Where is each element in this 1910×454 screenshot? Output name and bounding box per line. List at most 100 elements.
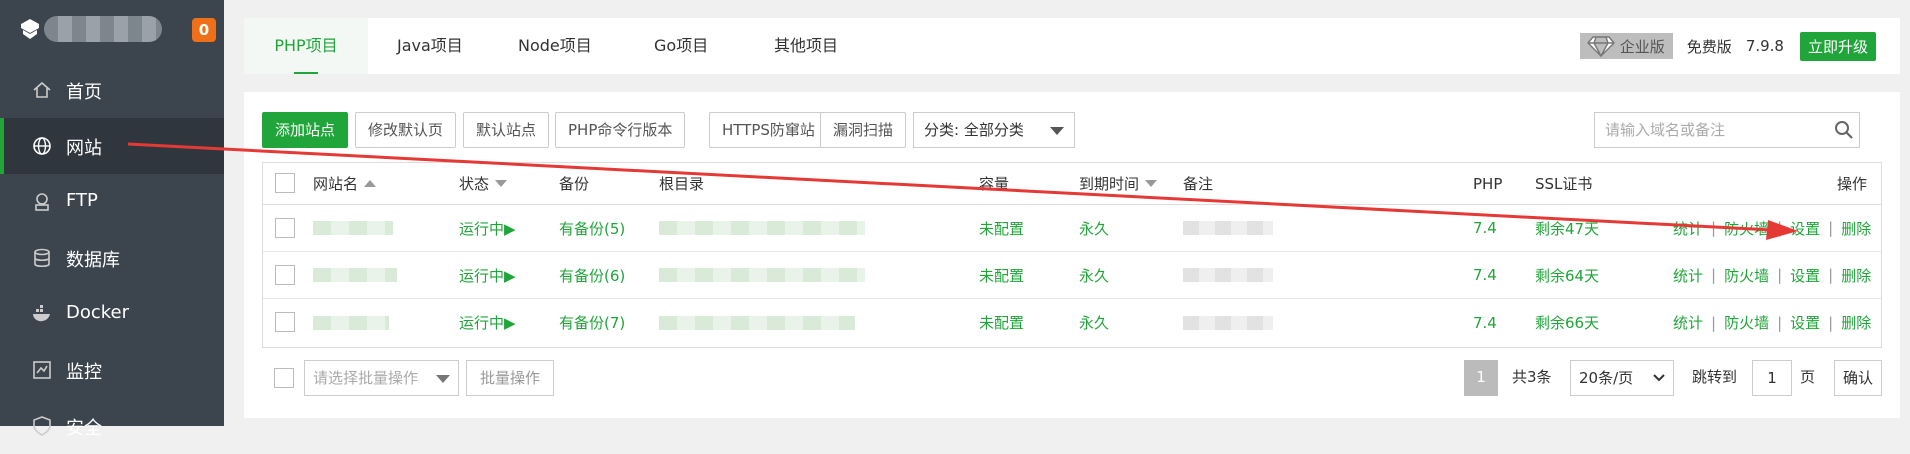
select-all-checkbox[interactable]: [275, 173, 295, 193]
ssl-remaining[interactable]: 剩余66天: [1535, 299, 1599, 346]
firewall-link[interactable]: 防火墙: [1724, 312, 1769, 333]
upgrade-button[interactable]: 立即升级: [1799, 31, 1876, 61]
settings-link[interactable]: 设置: [1790, 312, 1820, 333]
php-version[interactable]: 7.4: [1473, 252, 1497, 298]
row-checkbox[interactable]: [275, 312, 295, 332]
firewall-link[interactable]: 防火墙: [1724, 265, 1769, 286]
php-cli-version-button[interactable]: PHP命令行版本: [555, 112, 686, 148]
sort-desc-icon: [1145, 180, 1158, 187]
root-dir-blurred[interactable]: [659, 221, 865, 235]
sidebar-item-docker[interactable]: Docker: [0, 286, 224, 342]
https-anti-hijack-button[interactable]: HTTPS防窜站: [709, 112, 828, 148]
chevron-down-icon: [1653, 374, 1665, 382]
jump-label: 跳转到: [1692, 368, 1738, 386]
vulnerability-scan-button[interactable]: 漏洞扫描: [820, 112, 907, 148]
sidebar-item-security[interactable]: 安全: [0, 398, 224, 454]
status-running[interactable]: 运行中▶: [459, 299, 516, 346]
search-input[interactable]: [1594, 112, 1860, 148]
header-status[interactable]: 状态: [459, 163, 508, 204]
header-expiry[interactable]: 到期时间: [1079, 163, 1158, 204]
current-page[interactable]: 1: [1464, 360, 1498, 396]
root-dir-blurred[interactable]: [659, 315, 855, 330]
site-table: 网站名 状态 备份 根目录 容量 到期时间 备注 PHP SSL证书 操作 运行…: [262, 162, 1882, 348]
version-number: 7.9.8: [1745, 37, 1784, 55]
tab-go[interactable]: Go项目: [654, 18, 708, 74]
search-icon[interactable]: [1834, 120, 1854, 140]
batch-operation-select[interactable]: 请选择批量操作: [304, 360, 459, 396]
ssl-remaining[interactable]: 剩余64天: [1535, 252, 1599, 298]
sidebar: 0 首页 网站 FTP 数据库 Docker 监控 安全: [0, 0, 224, 439]
status-running[interactable]: 运行中▶: [459, 205, 516, 251]
stats-link[interactable]: 统计: [1673, 312, 1703, 333]
sidebar-item-ftp[interactable]: FTP: [0, 174, 224, 230]
expiry-value[interactable]: 永久: [1079, 205, 1109, 251]
enterprise-label: 企业版: [1619, 37, 1665, 56]
sort-desc-icon: [495, 180, 508, 187]
root-dir-blurred[interactable]: [659, 268, 865, 282]
sidebar-item-monitor[interactable]: 监控: [0, 342, 224, 398]
firewall-link[interactable]: 防火墙: [1724, 218, 1769, 239]
stats-link[interactable]: 统计: [1673, 265, 1703, 286]
delete-link[interactable]: 删除: [1841, 312, 1871, 333]
version-info: 企业版 免费版 7.9.8 立即升级: [1579, 30, 1876, 62]
globe-icon: [33, 137, 51, 155]
capacity-value[interactable]: 未配置: [979, 205, 1024, 251]
chevron-down-icon: [1050, 127, 1064, 135]
ssl-remaining[interactable]: 剩余47天: [1535, 205, 1599, 251]
php-version[interactable]: 7.4: [1473, 299, 1497, 346]
table-row: 运行中▶ 有备份(6) 未配置 永久 7.4 剩余64天 统计 | 防火墙 | 设置…: [263, 252, 1881, 299]
total-count: 共3条: [1512, 368, 1552, 386]
ftp-icon: [35, 193, 49, 211]
php-version[interactable]: 7.4: [1473, 205, 1497, 251]
expiry-value[interactable]: 永久: [1079, 299, 1109, 346]
backup-link[interactable]: 有备份(7): [559, 299, 625, 346]
category-value: 分类: 全部分类: [924, 121, 1024, 139]
sidebar-item-database[interactable]: 数据库: [0, 230, 224, 286]
delete-link[interactable]: 删除: [1841, 265, 1871, 286]
category-select[interactable]: 分类: 全部分类: [913, 112, 1075, 148]
stats-link[interactable]: 统计: [1673, 218, 1703, 239]
settings-link[interactable]: 设置: [1790, 265, 1820, 286]
sidebar-item-label: 数据库: [66, 250, 120, 271]
capacity-value[interactable]: 未配置: [979, 299, 1024, 346]
add-site-button[interactable]: 添加站点: [262, 112, 349, 148]
confirm-jump-button[interactable]: 确认: [1834, 360, 1882, 396]
jump-page-input[interactable]: 1: [1752, 360, 1792, 396]
site-name-blurred[interactable]: [313, 221, 393, 235]
table-row: 运行中▶ 有备份(7) 未配置 永久 7.4 剩余66天 统计 | 防火墙 | 设置…: [263, 299, 1881, 346]
backup-link[interactable]: 有备份(5): [559, 205, 625, 251]
per-page-select[interactable]: 20条/页: [1570, 360, 1674, 396]
edit-default-page-button[interactable]: 修改默认页: [355, 112, 457, 148]
row-checkbox[interactable]: [275, 218, 295, 238]
notification-badge[interactable]: 0: [192, 18, 216, 42]
site-list-panel: 添加站点 修改默认页 默认站点 PHP命令行版本 HTTPS防窜站 漏洞扫描 分…: [244, 92, 1900, 418]
status-running[interactable]: 运行中▶: [459, 252, 516, 298]
remark-blurred[interactable]: [1183, 315, 1273, 330]
header-actions: 操作: [1837, 175, 1868, 193]
tab-other[interactable]: 其他项目: [774, 18, 838, 74]
remark-blurred[interactable]: [1183, 221, 1273, 235]
sidebar-item-website[interactable]: 网站: [0, 118, 224, 174]
row-actions: 统计 | 防火墙 | 设置 | 删除: [1673, 312, 1872, 333]
row-actions: 统计 | 防火墙 | 设置 | 删除: [1673, 265, 1872, 286]
tab-node[interactable]: Node项目: [518, 18, 592, 74]
delete-link[interactable]: 删除: [1841, 218, 1871, 239]
default-site-button[interactable]: 默认站点: [463, 112, 550, 148]
site-name-blurred[interactable]: [313, 268, 397, 282]
expiry-value[interactable]: 永久: [1079, 252, 1109, 298]
batch-operation-button[interactable]: 批量操作: [466, 360, 554, 396]
sidebar-item-home[interactable]: 首页: [0, 62, 224, 118]
capacity-value[interactable]: 未配置: [979, 252, 1024, 298]
backup-link[interactable]: 有备份(6): [559, 252, 625, 298]
tab-java[interactable]: Java项目: [397, 18, 463, 74]
enterprise-badge[interactable]: 企业版: [1579, 33, 1673, 59]
docker-icon: [33, 305, 50, 322]
settings-link[interactable]: 设置: [1790, 218, 1820, 239]
header-site-name[interactable]: 网站名: [313, 163, 377, 204]
site-name-blurred[interactable]: [313, 315, 389, 330]
sidebar-item-label: Docker: [66, 302, 130, 323]
row-checkbox[interactable]: [275, 265, 295, 285]
tab-php[interactable]: PHP项目: [244, 18, 368, 74]
footer-select-all-checkbox[interactable]: [274, 368, 294, 388]
remark-blurred[interactable]: [1183, 268, 1273, 282]
